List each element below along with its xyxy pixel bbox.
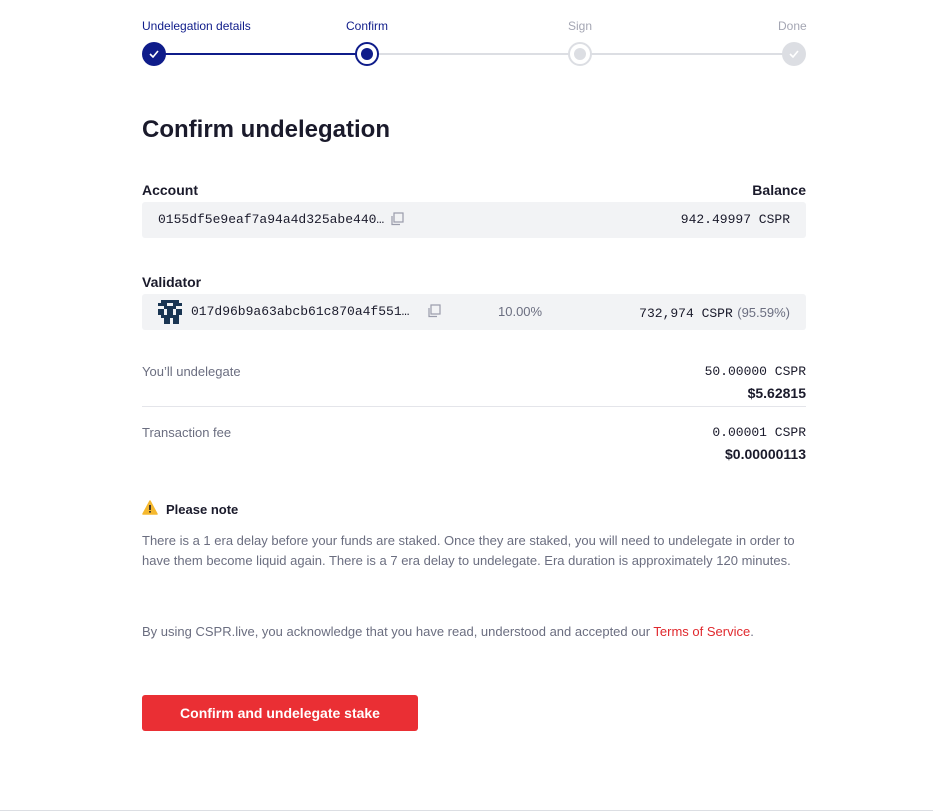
validator-avatar-icon (158, 300, 182, 329)
divider (142, 406, 806, 407)
undelegate-label: You’ll undelegate (142, 364, 241, 379)
validator-stake-group: 732,974 CSPR (95.59%) (639, 304, 790, 322)
undelegate-usd: $5.62815 (747, 385, 806, 401)
terms-prefix: By using CSPR.live, you acknowledge that… (142, 624, 654, 639)
confirm-undelegate-button[interactable]: Confirm and undelegate stake (142, 695, 418, 731)
step-label-details: Undelegation details (142, 19, 251, 33)
validator-stake-percent: (95.59%) (737, 305, 790, 320)
copy-icon[interactable] (390, 212, 404, 231)
step-current-indicator (355, 42, 379, 66)
terms-suffix: . (750, 624, 754, 639)
step-complete-check-icon (142, 42, 166, 66)
step-label-sign: Sign (568, 19, 593, 33)
transaction-fee-label: Transaction fee (142, 425, 232, 440)
validator-fee: 10.00% (498, 304, 543, 319)
account-row: 0155df5e9eaf7a94a4d325abe440… 942.49997 … (142, 202, 806, 238)
validator-key: 017d96b9a63abcb61c870a4f551… (191, 304, 410, 319)
step-connector-1 (154, 53, 367, 55)
note-heading: Please note (142, 500, 238, 518)
note-title: Please note (166, 501, 239, 517)
terms-of-service-link[interactable]: Terms of Service (653, 624, 750, 639)
warning-triangle-icon (142, 500, 158, 518)
step-label-confirm: Confirm (346, 19, 389, 33)
footer-divider (0, 810, 933, 811)
transaction-fee-amount: 0.00001 CSPR (712, 425, 806, 440)
balance-label: Balance (752, 182, 806, 198)
terms-notice: By using CSPR.live, you acknowledge that… (142, 624, 754, 639)
account-key: 0155df5e9eaf7a94a4d325abe440… (158, 212, 385, 227)
step-connector-2 (367, 53, 580, 55)
undelegate-amount: 50.00000 CSPR (704, 364, 806, 379)
account-label: Account (142, 182, 198, 198)
validator-stake: 732,974 CSPR (639, 306, 733, 321)
step-connector-3 (580, 53, 794, 55)
step-pending-indicator (568, 42, 592, 66)
note-text: There is a 1 era delay before your funds… (142, 533, 795, 568)
account-balance: 942.49997 CSPR (680, 212, 790, 227)
copy-icon[interactable] (427, 304, 441, 323)
validator-row: 017d96b9a63abcb61c870a4f551… 10.00% 732,… (142, 294, 806, 330)
validator-label: Validator (142, 274, 202, 290)
progress-stepper: Undelegation details Confirm Sign Done (142, 0, 807, 80)
step-label-done: Done (778, 19, 807, 33)
step-done-check-icon (782, 42, 806, 66)
transaction-fee-usd: $0.00000113 (725, 446, 806, 462)
page-title: Confirm undelegation (142, 116, 390, 143)
